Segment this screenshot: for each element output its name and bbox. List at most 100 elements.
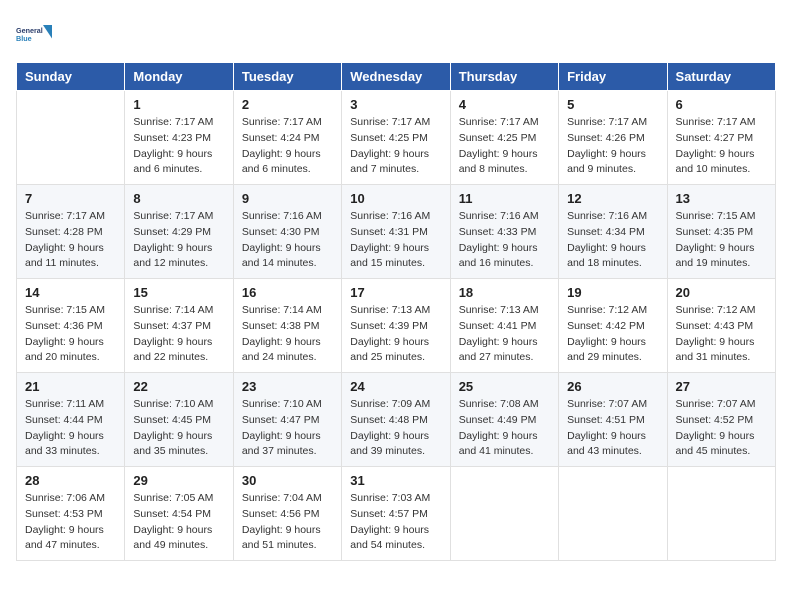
day-number: 31: [350, 473, 441, 488]
day-number: 23: [242, 379, 333, 394]
day-info: Sunrise: 7:12 AMSunset: 4:42 PMDaylight:…: [567, 303, 658, 366]
day-info: Sunrise: 7:14 AMSunset: 4:38 PMDaylight:…: [242, 303, 333, 366]
calendar-cell: 31 Sunrise: 7:03 AMSunset: 4:57 PMDayligh…: [342, 467, 450, 561]
day-number: 13: [676, 191, 767, 206]
day-number: 1: [133, 97, 224, 112]
day-info: Sunrise: 7:16 AMSunset: 4:31 PMDaylight:…: [350, 209, 441, 272]
day-info: Sunrise: 7:11 AMSunset: 4:44 PMDaylight:…: [25, 397, 116, 460]
weekday-header-row: SundayMondayTuesdayWednesdayThursdayFrid…: [17, 63, 776, 91]
day-number: 10: [350, 191, 441, 206]
svg-text:Blue: Blue: [16, 34, 32, 43]
day-info: Sunrise: 7:06 AMSunset: 4:53 PMDaylight:…: [25, 491, 116, 554]
day-number: 24: [350, 379, 441, 394]
weekday-header: Thursday: [450, 63, 558, 91]
day-info: Sunrise: 7:16 AMSunset: 4:34 PMDaylight:…: [567, 209, 658, 272]
day-number: 4: [459, 97, 550, 112]
day-number: 5: [567, 97, 658, 112]
day-number: 30: [242, 473, 333, 488]
day-info: Sunrise: 7:17 AMSunset: 4:25 PMDaylight:…: [350, 115, 441, 178]
calendar-week-row: 14Sunrise: 7:15 AMSunset: 4:36 PMDayligh…: [17, 279, 776, 373]
calendar-cell: [559, 467, 667, 561]
calendar-cell: 12 Sunrise: 7:16 AMSunset: 4:34 PMDayligh…: [559, 185, 667, 279]
day-info: Sunrise: 7:16 AMSunset: 4:33 PMDaylight:…: [459, 209, 550, 272]
day-info: Sunrise: 7:17 AMSunset: 4:23 PMDaylight:…: [133, 115, 224, 178]
day-info: Sunrise: 7:10 AMSunset: 4:47 PMDaylight:…: [242, 397, 333, 460]
day-number: 9: [242, 191, 333, 206]
weekday-header: Wednesday: [342, 63, 450, 91]
calendar-cell: 23 Sunrise: 7:10 AMSunset: 4:47 PMDayligh…: [233, 373, 341, 467]
calendar-cell: 9 Sunrise: 7:16 AMSunset: 4:30 PMDaylight…: [233, 185, 341, 279]
day-info: Sunrise: 7:17 AMSunset: 4:29 PMDaylight:…: [133, 209, 224, 272]
day-info: Sunrise: 7:17 AMSunset: 4:25 PMDaylight:…: [459, 115, 550, 178]
weekday-header: Friday: [559, 63, 667, 91]
calendar-cell: 11 Sunrise: 7:16 AMSunset: 4:33 PMDayligh…: [450, 185, 558, 279]
day-number: 11: [459, 191, 550, 206]
calendar-week-row: 21 Sunrise: 7:11 AMSunset: 4:44 PMDayligh…: [17, 373, 776, 467]
weekday-header: Sunday: [17, 63, 125, 91]
calendar-week-row: 1 Sunrise: 7:17 AMSunset: 4:23 PMDaylight…: [17, 91, 776, 185]
calendar-cell: 4 Sunrise: 7:17 AMSunset: 4:25 PMDaylight…: [450, 91, 558, 185]
day-number: 6: [676, 97, 767, 112]
calendar-cell: 6 Sunrise: 7:17 AMSunset: 4:27 PMDaylight…: [667, 91, 775, 185]
calendar-cell: [667, 467, 775, 561]
day-info: Sunrise: 7:15 AMSunset: 4:35 PMDaylight:…: [676, 209, 767, 272]
day-number: 29: [133, 473, 224, 488]
calendar-cell: 1 Sunrise: 7:17 AMSunset: 4:23 PMDaylight…: [125, 91, 233, 185]
day-info: Sunrise: 7:12 AMSunset: 4:43 PMDaylight:…: [676, 303, 767, 366]
calendar-cell: 18Sunrise: 7:13 AMSunset: 4:41 PMDayligh…: [450, 279, 558, 373]
calendar-week-row: 7Sunrise: 7:17 AMSunset: 4:28 PMDaylight…: [17, 185, 776, 279]
day-number: 3: [350, 97, 441, 112]
day-number: 28: [25, 473, 116, 488]
day-number: 25: [459, 379, 550, 394]
calendar-cell: 10 Sunrise: 7:16 AMSunset: 4:31 PMDayligh…: [342, 185, 450, 279]
logo-icon: GeneralBlue: [16, 16, 52, 52]
calendar-cell: 20Sunrise: 7:12 AMSunset: 4:43 PMDayligh…: [667, 279, 775, 373]
calendar-cell: 2 Sunrise: 7:17 AMSunset: 4:24 PMDaylight…: [233, 91, 341, 185]
weekday-header: Tuesday: [233, 63, 341, 91]
day-number: 15: [133, 285, 224, 300]
calendar-cell: 28 Sunrise: 7:06 AMSunset: 4:53 PMDayligh…: [17, 467, 125, 561]
day-info: Sunrise: 7:17 AMSunset: 4:27 PMDaylight:…: [676, 115, 767, 178]
day-number: 17: [350, 285, 441, 300]
calendar-cell: 7Sunrise: 7:17 AMSunset: 4:28 PMDaylight…: [17, 185, 125, 279]
day-number: 16: [242, 285, 333, 300]
calendar-cell: 21 Sunrise: 7:11 AMSunset: 4:44 PMDayligh…: [17, 373, 125, 467]
calendar-cell: [17, 91, 125, 185]
day-info: Sunrise: 7:17 AMSunset: 4:24 PMDaylight:…: [242, 115, 333, 178]
day-number: 2: [242, 97, 333, 112]
logo: GeneralBlue: [16, 16, 52, 52]
calendar-cell: 24 Sunrise: 7:09 AMSunset: 4:48 PMDayligh…: [342, 373, 450, 467]
day-info: Sunrise: 7:09 AMSunset: 4:48 PMDaylight:…: [350, 397, 441, 460]
calendar-cell: 26Sunrise: 7:07 AMSunset: 4:51 PMDayligh…: [559, 373, 667, 467]
page-header: GeneralBlue: [16, 16, 776, 52]
calendar-week-row: 28 Sunrise: 7:06 AMSunset: 4:53 PMDayligh…: [17, 467, 776, 561]
weekday-header: Saturday: [667, 63, 775, 91]
day-number: 26: [567, 379, 658, 394]
day-info: Sunrise: 7:08 AMSunset: 4:49 PMDaylight:…: [459, 397, 550, 460]
day-number: 19: [567, 285, 658, 300]
calendar-cell: 16 Sunrise: 7:14 AMSunset: 4:38 PMDayligh…: [233, 279, 341, 373]
day-number: 21: [25, 379, 116, 394]
calendar-cell: 22Sunrise: 7:10 AMSunset: 4:45 PMDayligh…: [125, 373, 233, 467]
day-info: Sunrise: 7:04 AMSunset: 4:56 PMDaylight:…: [242, 491, 333, 554]
day-number: 12: [567, 191, 658, 206]
day-info: Sunrise: 7:03 AMSunset: 4:57 PMDaylight:…: [350, 491, 441, 554]
day-info: Sunrise: 7:16 AMSunset: 4:30 PMDaylight:…: [242, 209, 333, 272]
day-info: Sunrise: 7:13 AMSunset: 4:39 PMDaylight:…: [350, 303, 441, 366]
calendar-cell: 29 Sunrise: 7:05 AMSunset: 4:54 PMDayligh…: [125, 467, 233, 561]
day-info: Sunrise: 7:15 AMSunset: 4:36 PMDaylight:…: [25, 303, 116, 366]
day-number: 7: [25, 191, 116, 206]
calendar-cell: 25 Sunrise: 7:08 AMSunset: 4:49 PMDayligh…: [450, 373, 558, 467]
calendar-cell: 14Sunrise: 7:15 AMSunset: 4:36 PMDayligh…: [17, 279, 125, 373]
calendar-cell: 13 Sunrise: 7:15 AMSunset: 4:35 PMDayligh…: [667, 185, 775, 279]
calendar-cell: 30 Sunrise: 7:04 AMSunset: 4:56 PMDayligh…: [233, 467, 341, 561]
calendar-cell: 15Sunrise: 7:14 AMSunset: 4:37 PMDayligh…: [125, 279, 233, 373]
calendar-cell: 3 Sunrise: 7:17 AMSunset: 4:25 PMDaylight…: [342, 91, 450, 185]
day-info: Sunrise: 7:07 AMSunset: 4:52 PMDaylight:…: [676, 397, 767, 460]
day-info: Sunrise: 7:05 AMSunset: 4:54 PMDaylight:…: [133, 491, 224, 554]
day-info: Sunrise: 7:13 AMSunset: 4:41 PMDaylight:…: [459, 303, 550, 366]
weekday-header: Monday: [125, 63, 233, 91]
calendar-cell: 5 Sunrise: 7:17 AMSunset: 4:26 PMDaylight…: [559, 91, 667, 185]
day-number: 8: [133, 191, 224, 206]
day-info: Sunrise: 7:17 AMSunset: 4:26 PMDaylight:…: [567, 115, 658, 178]
